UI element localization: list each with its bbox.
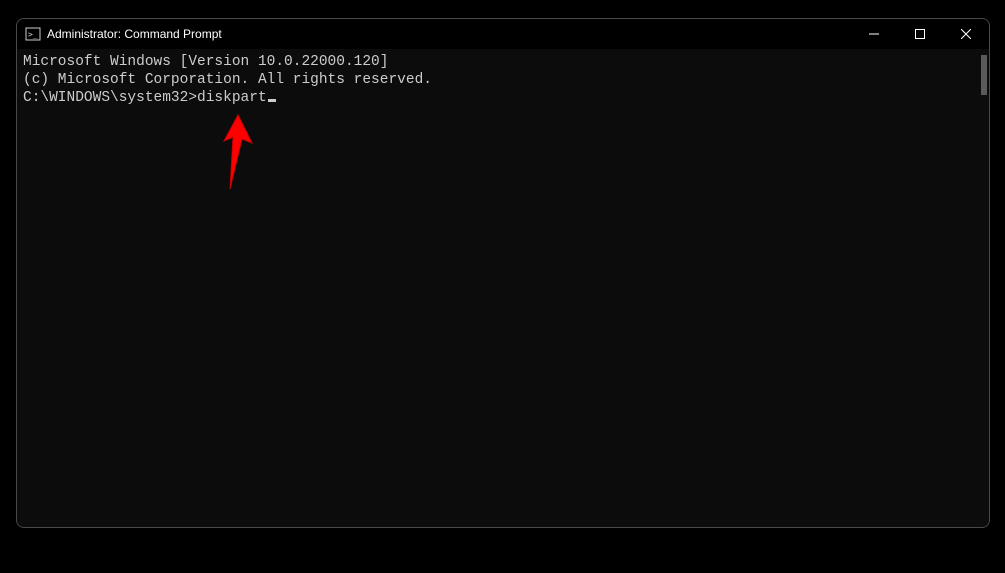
scrollbar-thumb[interactable] (981, 55, 987, 95)
minimize-button[interactable] (851, 19, 897, 49)
maximize-button[interactable] (897, 19, 943, 49)
window-title: Administrator: Command Prompt (47, 27, 851, 41)
titlebar[interactable]: >_ Administrator: Command Prompt (17, 19, 989, 49)
command-prompt-window: >_ Administrator: Command Prompt Microso… (16, 18, 990, 528)
close-button[interactable] (943, 19, 989, 49)
cursor-icon (268, 99, 276, 102)
terminal-prompt-line: C:\WINDOWS\system32>diskpart (23, 89, 983, 107)
terminal-prompt: C:\WINDOWS\system32> (23, 90, 197, 106)
terminal-output-line: Microsoft Windows [Version 10.0.22000.12… (23, 53, 983, 71)
window-controls (851, 19, 989, 49)
terminal-output-line: (c) Microsoft Corporation. All rights re… (23, 71, 983, 89)
terminal-body[interactable]: Microsoft Windows [Version 10.0.22000.12… (17, 49, 989, 527)
cmd-icon: >_ (25, 26, 41, 42)
svg-text:>_: >_ (28, 30, 38, 39)
terminal-command-input[interactable]: diskpart (197, 90, 267, 106)
